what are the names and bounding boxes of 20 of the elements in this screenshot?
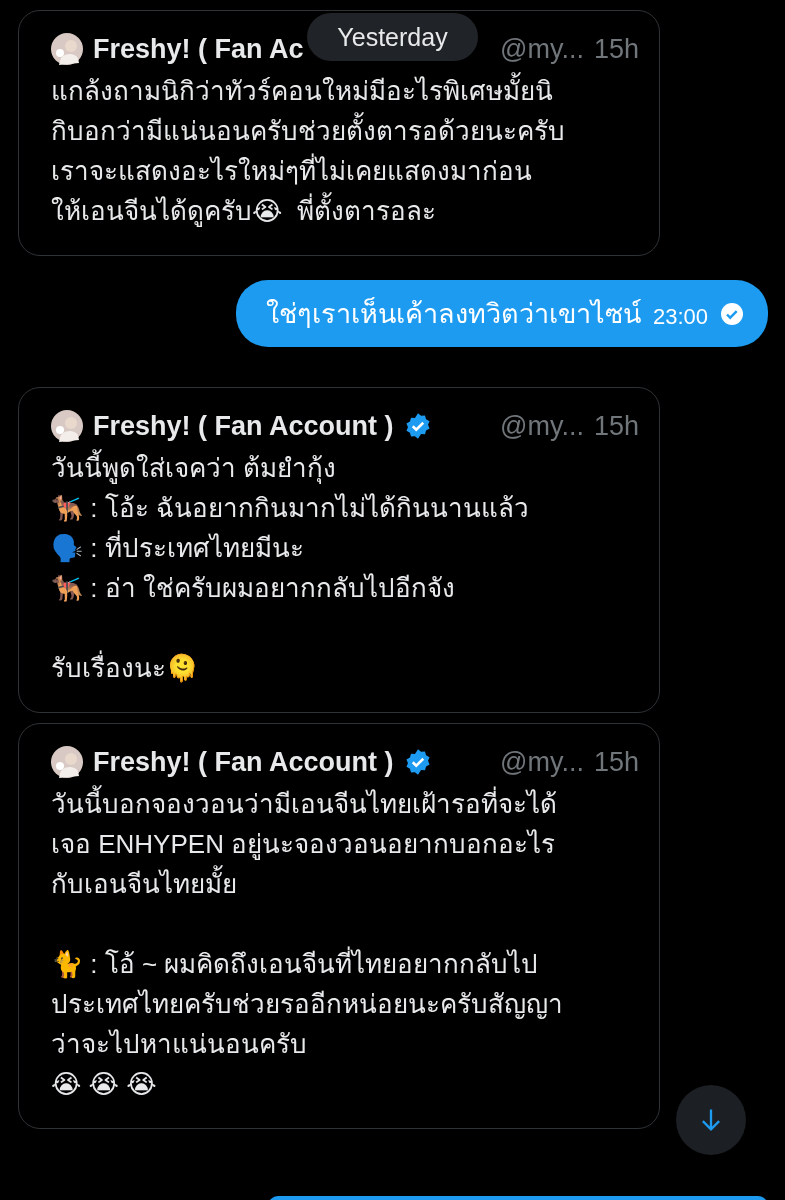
timestamp: 15h	[593, 746, 639, 778]
quoted-tweet-card[interactable]: Freshy! ( Fan Account ) @my... 15h วันนี้พูดใส่เจคว่า ต้มยำกุ้ง 🐕‍🦺 : โอ้ะ ฉันอยากกินมากไม่ได้กินนานแล้ว 🗣 : ที่ประเทศไทยมีนะ 🐕‍🦺 : อ่า ใช่ครับผมอยากกลับไปอีกจัง รับเรื่องนะ🫠	[18, 387, 660, 713]
author-name: Freshy! ( Fan Account )	[93, 410, 394, 442]
author-handle: @my...	[500, 746, 584, 778]
author-handle: @my...	[500, 410, 584, 442]
author-name: Freshy! ( Fan Ac	[93, 33, 304, 65]
author-handle: @my...	[500, 33, 584, 65]
avatar	[51, 410, 83, 442]
avatar	[51, 33, 83, 65]
tweet-text: วันนี้บอกจองวอนว่ามีเอนจีนไทยเฝ้ารอที่จะได้ เจอ ENHYPEN อยู่นะจองวอนอยากบอกอะไร กับเอนจีนไทยมั้ย 🐈 : โอ้ ~ ผมคิดถึงเอนจีนที่ไทยอยากกลับไป ประเทศไทยครับช่วยรออีกหน่อยนะครับสัญญา ว่าจะไปหาแน่นอนครับ 😭 😭 😭	[51, 784, 639, 1104]
timestamp: 15h	[593, 33, 639, 65]
tweet-text: แกล้งถามนิกิว่าทัวร์คอนใหม่มีอะไรพิเศษมั้ยนิ กิบอกว่ามีแน่นอนครับช่วยตั้งตารอด้วยนะครับ เราจะแสดงอะไรใหม่ๆที่ไม่เคยแสดงมาก่อน ให้เอนจีนได้ดูครับ😭 พี่ตั้งตารอละ	[51, 71, 639, 231]
avatar	[51, 746, 83, 778]
timestamp: 15h	[593, 410, 639, 442]
message-text: ใช่ๆเราเห็นเค้าลงทวิตว่าเขาไซน์	[265, 296, 641, 331]
author-name: Freshy! ( Fan Account )	[93, 746, 394, 778]
tweet-text: วันนี้พูดใส่เจคว่า ต้มยำกุ้ง 🐕‍🦺 : โอ้ะ ฉันอยากกินมากไม่ได้กินนานแล้ว 🗣 : ที่ประเทศไทยมีนะ 🐕‍🦺 : อ่า ใช่ครับผมอยากกลับไปอีกจัง รับเรื่องนะ🫠	[51, 448, 639, 688]
date-separator: Yesterday	[307, 13, 478, 61]
message-time: 23:00	[652, 302, 708, 330]
quoted-tweet-card[interactable]	[18, 723, 660, 1129]
